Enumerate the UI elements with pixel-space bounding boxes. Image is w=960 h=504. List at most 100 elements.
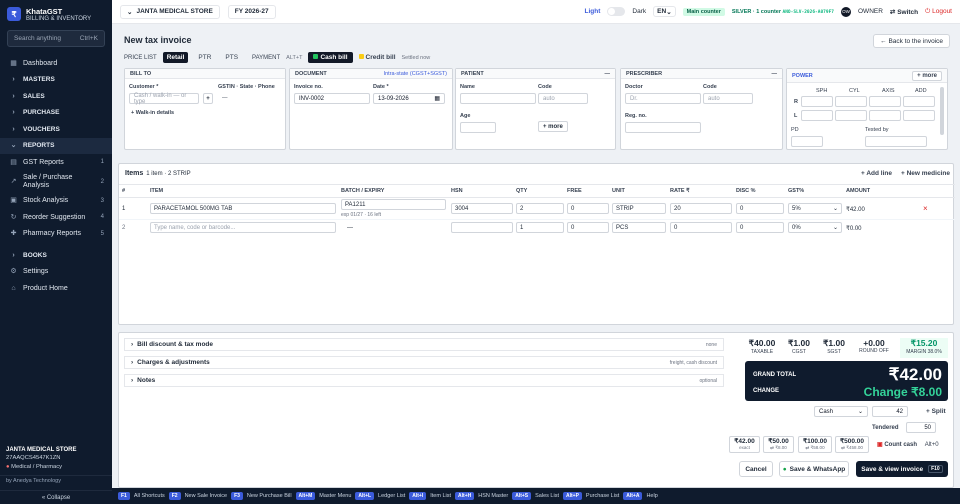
l-sph-input[interactable] [801,110,833,121]
row2-qty-input[interactable]: 1 [516,222,564,233]
row1-batch-input[interactable]: PA1211 [341,199,446,210]
logout-button[interactable]: ⏻ Logout [925,8,952,16]
r-axis-input[interactable] [869,96,901,107]
sidebar-item-reports[interactable]: ⌄ REPORTS [0,137,112,154]
tested-by-input[interactable] [865,136,927,147]
sidebar-item-pharmacy-reports[interactable]: ✚ Pharmacy Reports 5 [0,226,112,243]
sidebar-item-reorder-suggestion[interactable]: ↻ Reorder Suggestion 4 [0,209,112,226]
save-view-invoice-button[interactable]: Save & view invoice F10 [856,461,948,477]
credit-bill-button[interactable]: Credit bill [358,54,396,61]
pd-input[interactable] [791,136,823,147]
sidebar-item-gst-reports[interactable]: ▤ GST Reports 1 [0,154,112,171]
avatar[interactable]: OW [841,6,851,17]
price-list-ptr[interactable]: PTR [194,52,215,63]
shortcut-key-alt-s[interactable]: Alt+S [512,492,532,500]
shortcut-key-alt-i[interactable]: Alt+I [409,492,427,500]
invoice-no-input[interactable]: INV-0002 [294,93,370,104]
notes-section[interactable]: › Notes optional [124,374,724,387]
shortcut-key-f3[interactable]: F3 [231,492,243,500]
sidebar-item-masters[interactable]: › MASTERS [0,72,112,89]
sidebar-item-vouchers[interactable]: › VOUCHERS [0,121,112,138]
new-medicine-button[interactable]: + New medicine [901,170,950,177]
count-cash-button[interactable]: ▣ Count cash Alt+0 [877,441,939,448]
row2-free-input[interactable]: 0 [567,222,609,233]
cancel-button[interactable]: Cancel [739,461,773,477]
row2-gst-select[interactable]: 0% ⌄ [788,222,842,233]
row1-free-input[interactable]: 0 [567,203,609,214]
sidebar-item-stock-analysis[interactable]: ▣ Stock Analysis 3 [0,193,112,210]
patient-name-input[interactable] [460,93,536,104]
sidebar-item-sales[interactable]: › SALES [0,88,112,105]
row1-rate-input[interactable]: 20 [670,203,732,214]
row2-hsn-input[interactable] [451,222,513,233]
row2-unit-input[interactable]: PCS [612,222,666,233]
sidebar-item-settings[interactable]: ⚙ Settings [0,264,112,281]
quick-amount-50[interactable]: ₹50.00 ⇄ ₹8.00 [763,436,794,453]
shortcut-key-f1[interactable]: F1 [118,492,130,500]
payment-mode-select[interactable]: Cash ⌄ [814,406,868,417]
shortcut-key-alt-m[interactable]: Alt+M [295,492,316,500]
row2-disc-input[interactable]: 0 [736,222,784,233]
shortcut-key-alt-l[interactable]: Alt+L [355,492,375,500]
cash-bill-button[interactable]: Cash bill [308,52,353,63]
charges-section[interactable]: › Charges & adjustments freight, cash disc… [124,356,724,369]
theme-toggle[interactable] [607,7,626,16]
row1-qty-input[interactable]: 2 [516,203,564,214]
sidebar-item-dashboard[interactable]: ▦ Dashboard [0,55,112,72]
minimize-icon[interactable]: — [605,71,611,77]
add-customer-button[interactable]: + [203,93,213,104]
shortcut-key-alt-a[interactable]: Alt+A [623,492,643,500]
patient-age-input[interactable] [460,122,496,133]
customer-input[interactable]: Cash / walk-in — or type [129,93,199,105]
doctor-input[interactable]: Dr. [625,93,701,104]
row1-hsn-input[interactable]: 3004 [451,203,513,214]
bill-discount-section[interactable]: › Bill discount & tax mode none [124,338,724,351]
quick-amount-exact[interactable]: ₹42.00 exact [729,436,760,453]
r-add-input[interactable] [903,96,935,107]
row1-disc-input[interactable]: 0 [736,203,784,214]
row1-item-input[interactable]: PARACETAMOL 500MG TAB [150,203,336,214]
quick-amount-100[interactable]: ₹100.00 ⇄ ₹58.00 [798,436,832,453]
doctor-code-input[interactable]: auto [703,93,753,104]
row1-gst-select[interactable]: 5% ⌄ [788,203,842,214]
payment-amount-input[interactable]: 42 [872,406,908,417]
patient-code-input[interactable]: auto [538,93,588,104]
shortcut-key-alt-h[interactable]: Alt+H [455,492,475,500]
tendered-input[interactable]: 50 [906,422,936,433]
reg-no-input[interactable] [625,122,701,133]
shortcut-key-alt-p[interactable]: Alt+P [562,492,582,500]
row2-rate-input[interactable]: 0 [670,222,732,233]
split-button[interactable]: + Split [926,408,946,415]
remove-row-icon[interactable]: × [923,204,928,213]
store-selector[interactable]: ⌄ JANTA MEDICAL STORE [120,4,220,19]
sidebar-search-input[interactable]: Search anything Ctrl+K [7,30,105,47]
l-add-input[interactable] [903,110,935,121]
r-cyl-input[interactable] [835,96,867,107]
sidebar-item-purchase[interactable]: › PURCHASE [0,105,112,122]
sidebar-item-product-home[interactable]: ⌂ Product Home [0,280,112,297]
fy-selector[interactable]: FY 2026-27 [227,4,276,19]
sidebar-item-books[interactable]: › BOOKS [0,247,112,264]
price-list-pts[interactable]: PTS [221,52,242,63]
back-to-invoice-button[interactable]: ← Back to the invoice [872,34,950,48]
add-line-button[interactable]: + Add line [861,170,892,177]
l-axis-input[interactable] [869,110,901,121]
power-more-button[interactable]: + more [912,70,942,81]
switch-button[interactable]: ⇄ Switch [890,8,918,16]
row1-unit-input[interactable]: STRIP [612,203,666,214]
patient-more-button[interactable]: + more [538,121,568,132]
price-list-retail[interactable]: Retail [162,52,189,63]
sidebar-item-sale-purchase-analysis[interactable]: ↗ Sale / Purchase Analysis 2 [0,171,112,193]
r-sph-input[interactable] [801,96,833,107]
save-whatsapp-button[interactable]: ● Save & WhatsApp [779,461,849,477]
collapse-button[interactable]: « Collapse [0,490,112,504]
date-input[interactable]: 13-09-2026 ▦ [373,93,445,104]
quick-amount-500[interactable]: ₹500.00 ⇄ ₹458.00 [835,436,869,453]
walk-in-details-button[interactable]: + Walk-in details [131,110,174,116]
row2-item-input[interactable]: Type name, code or barcode... [150,222,336,233]
l-cyl-input[interactable] [835,110,867,121]
minimize-icon[interactable]: — [772,71,778,77]
shortcut-key-f2[interactable]: F2 [168,492,181,500]
scrollbar[interactable] [940,87,944,135]
language-selector[interactable]: EN ⌄ [653,6,676,17]
